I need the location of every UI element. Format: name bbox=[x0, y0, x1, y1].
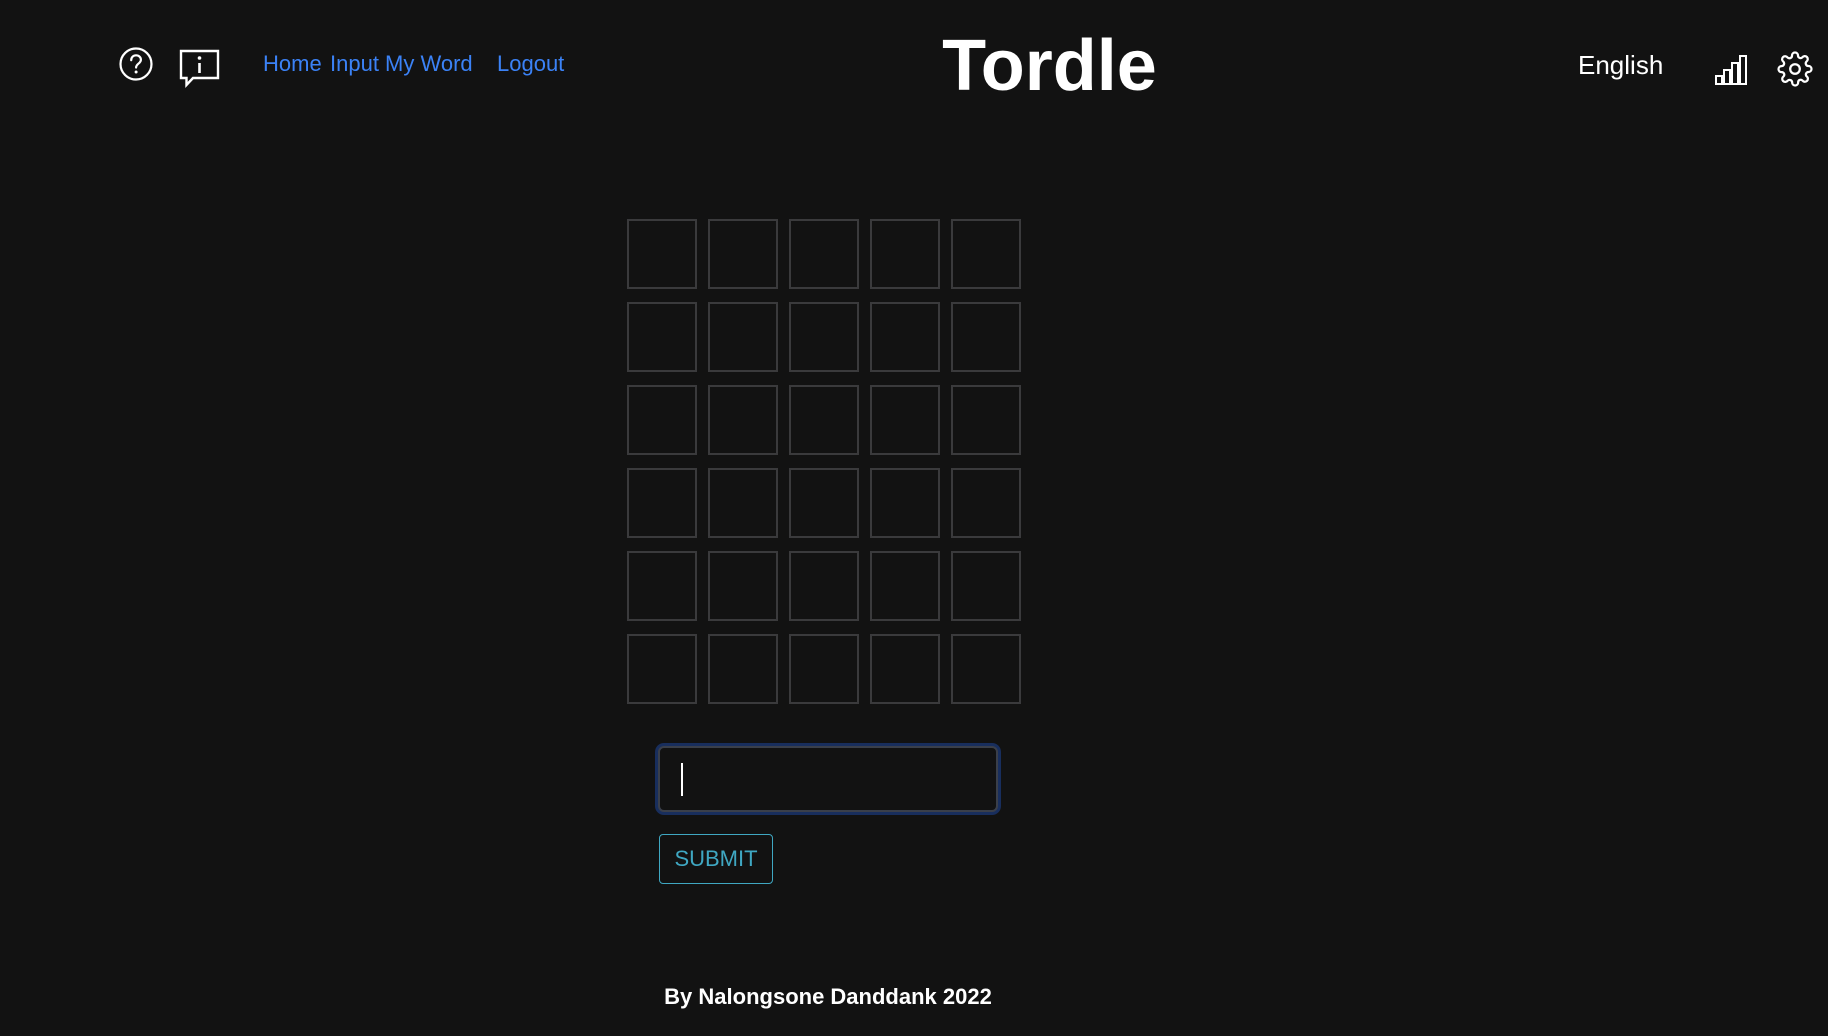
letter-tile bbox=[951, 634, 1021, 704]
letter-tile bbox=[789, 302, 859, 372]
app-title: Tordle bbox=[942, 26, 1157, 106]
letter-tile bbox=[708, 634, 778, 704]
letter-tile bbox=[951, 385, 1021, 455]
letter-tile bbox=[627, 219, 697, 289]
letter-tile bbox=[870, 219, 940, 289]
submit-button[interactable]: SUBMIT bbox=[659, 834, 773, 884]
letter-tile bbox=[708, 219, 778, 289]
letter-tile bbox=[870, 385, 940, 455]
letter-tile bbox=[708, 468, 778, 538]
letter-tile bbox=[708, 551, 778, 621]
letter-tile bbox=[627, 468, 697, 538]
letter-tile bbox=[951, 468, 1021, 538]
letter-tile bbox=[951, 551, 1021, 621]
page: Home Input My Word Logout Tordle English… bbox=[0, 0, 1828, 1036]
letter-tile bbox=[870, 302, 940, 372]
letter-tile bbox=[951, 219, 1021, 289]
letter-tile bbox=[951, 302, 1021, 372]
top-bar: Home Input My Word Logout Tordle English bbox=[0, 0, 1828, 132]
letter-tile bbox=[789, 385, 859, 455]
letter-tile bbox=[789, 468, 859, 538]
letter-tile bbox=[627, 385, 697, 455]
letter-tile bbox=[627, 551, 697, 621]
letter-tile bbox=[870, 634, 940, 704]
bar-chart-icon[interactable] bbox=[1714, 54, 1748, 86]
letter-tile bbox=[708, 385, 778, 455]
letter-tile bbox=[627, 302, 697, 372]
letter-tile bbox=[789, 219, 859, 289]
language-selector[interactable]: English bbox=[1578, 50, 1663, 81]
guess-input[interactable] bbox=[658, 746, 998, 812]
letter-tile bbox=[627, 634, 697, 704]
gear-icon[interactable] bbox=[1777, 50, 1813, 88]
footer-credit: By Nalongsone Danddank 2022 bbox=[664, 984, 992, 1009]
tile-grid bbox=[627, 219, 1021, 704]
letter-tile bbox=[870, 551, 940, 621]
letter-tile bbox=[708, 302, 778, 372]
letter-tile bbox=[789, 634, 859, 704]
letter-tile bbox=[870, 468, 940, 538]
text-caret bbox=[681, 763, 683, 796]
letter-tile bbox=[789, 551, 859, 621]
